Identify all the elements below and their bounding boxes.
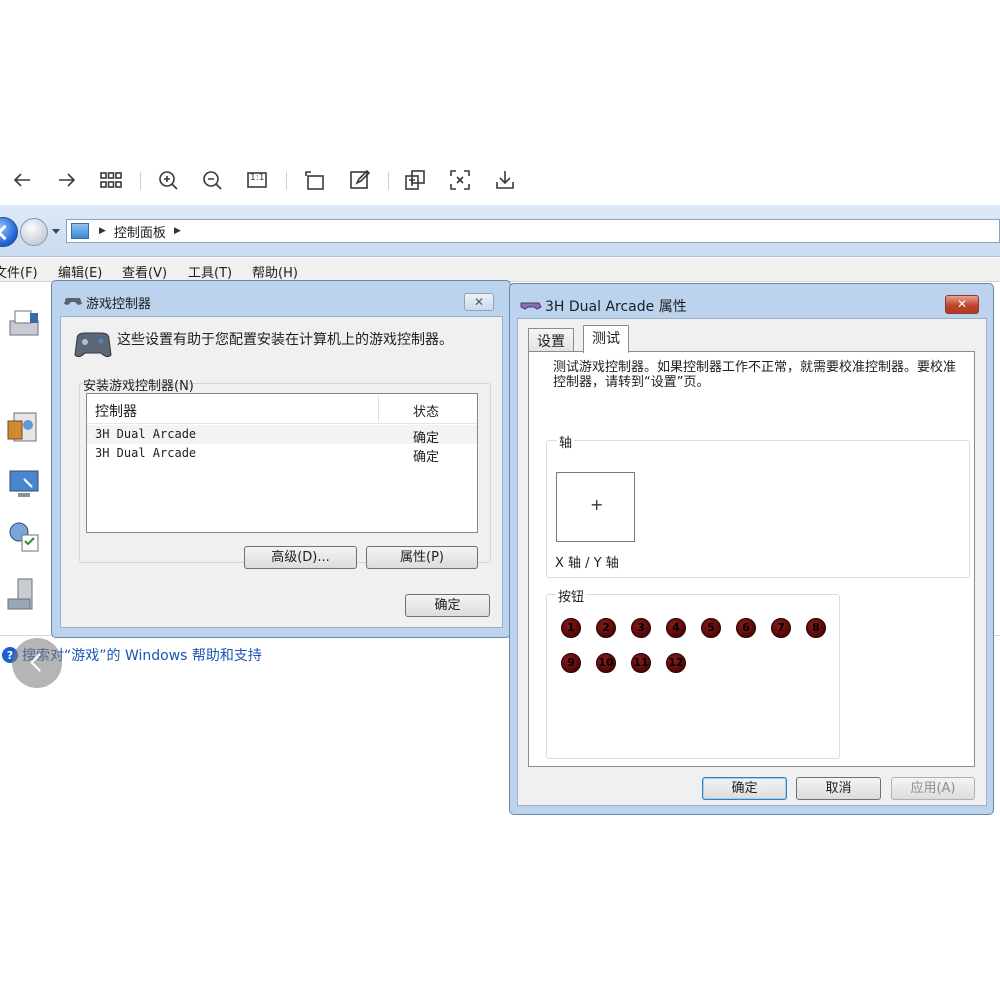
xy-axis-display: +	[556, 472, 635, 542]
column-divider[interactable]	[378, 396, 379, 422]
buttons-group	[546, 594, 840, 759]
gamepad-icon	[74, 332, 112, 358]
controller-properties-dialog: 3H Dual Arcade 属性 ✕ 设置 测试 测试游戏控制器。如果控制器工…	[509, 283, 994, 815]
actual-size-label: 1:1	[250, 173, 265, 183]
menu-view[interactable]: 查看(V)	[122, 262, 167, 281]
controllers-list[interactable]: 控制器 状态 3H Dual Arcade 确定 3H Dual Arcade …	[86, 393, 478, 533]
axis-group-label: 轴	[557, 432, 575, 451]
cancel-button[interactable]: 取消	[796, 777, 881, 800]
translate-icon[interactable]	[401, 166, 429, 194]
previous-image-button[interactable]	[12, 638, 62, 688]
crosshair-icon: +	[590, 495, 604, 514]
joystick-button-indicator: 3	[631, 618, 651, 638]
table-row[interactable]: 3H Dual Arcade 确定	[87, 444, 477, 465]
download-icon[interactable]	[491, 166, 519, 194]
actual-size-icon[interactable]: 1:1	[243, 166, 271, 194]
joystick-button-indicator: 7	[771, 618, 791, 638]
zoom-in-icon[interactable]	[154, 166, 182, 194]
forward-arrow-icon[interactable]	[53, 166, 81, 194]
joystick-button-indicator: 1	[561, 618, 581, 638]
joystick-button-indicator: 6	[736, 618, 756, 638]
menu-edit[interactable]: 编辑(E)	[58, 262, 102, 281]
joystick-button-indicator: 10	[596, 653, 616, 673]
computer-tower-icon[interactable]	[4, 575, 44, 615]
dialog-description: 这些设置有助于您配置安装在计算机上的游戏控制器。	[117, 332, 453, 348]
programs-icon[interactable]	[4, 407, 44, 447]
ocr-icon[interactable]	[446, 166, 474, 194]
ok-button[interactable]: 确定	[405, 594, 490, 617]
dialog-body: 这些设置有助于您配置安装在计算机上的游戏控制器。 安装游戏控制器(N) 控制器 …	[60, 316, 503, 628]
close-button[interactable]: ✕	[464, 293, 494, 311]
nav-history-dropdown-icon[interactable]	[52, 229, 60, 234]
close-button[interactable]: ✕	[945, 295, 979, 314]
buttons-group-label: 按钮	[556, 586, 587, 605]
joystick-button-indicator: 12	[666, 653, 686, 673]
toolbar-separator	[140, 172, 141, 190]
joystick-button-indicator: 9	[561, 653, 581, 673]
list-header: 控制器 状态	[87, 394, 477, 424]
joystick-button-indicator: 8	[806, 618, 826, 638]
nav-forward-button[interactable]	[20, 218, 48, 246]
dialog-title: 3H Dual Arcade 属性	[545, 299, 687, 315]
properties-button[interactable]: 属性(P)	[366, 546, 478, 569]
menu-tools[interactable]: 工具(T)	[188, 262, 232, 281]
menu-bar: 文件(F) 编辑(E) 查看(V) 工具(T) 帮助(H)	[0, 258, 1000, 282]
back-arrow-icon[interactable]	[8, 166, 36, 194]
controller-name: 3H Dual Arcade	[95, 427, 197, 441]
group-label: 安装游戏控制器(N)	[83, 379, 194, 394]
axis-caption: X 轴 / Y 轴	[555, 556, 619, 571]
joystick-button-indicator: 11	[631, 653, 651, 673]
address-bar: ▶ 控制面板 ▶	[0, 205, 1000, 257]
control-panel-icon	[71, 223, 89, 239]
joystick-button-indicator: 5	[701, 618, 721, 638]
table-row[interactable]: 3H Dual Arcade 确定	[87, 425, 477, 446]
advanced-button[interactable]: 高级(D)...	[244, 546, 357, 569]
system-settings-icon[interactable]	[4, 517, 44, 557]
game-controllers-dialog: 游戏控制器 ✕ 这些设置有助于您配置安装在计算机上的游戏控制器。 安装游戏控制器…	[51, 280, 511, 638]
gamepad-icon	[64, 298, 82, 305]
dialog-body: 设置 测试 测试游戏控制器。如果控制器工作不正常，就需要校准控制器。要校准控制器…	[517, 318, 987, 806]
column-header-controller[interactable]: 控制器	[95, 401, 137, 421]
dialog-title: 游戏控制器	[86, 297, 152, 312]
controller-name: 3H Dual Arcade	[95, 446, 197, 460]
rotate-icon[interactable]	[301, 166, 329, 194]
toolbar-separator	[388, 172, 389, 190]
tab-settings[interactable]: 设置	[528, 328, 574, 352]
breadcrumb-arrow-icon[interactable]: ▶	[174, 226, 181, 236]
test-tab-panel: 测试游戏控制器。如果控制器工作不正常，就需要校准控制器。要校准控制器，请转到“设…	[528, 351, 975, 767]
joystick-icon	[520, 302, 542, 310]
column-header-status[interactable]: 状态	[413, 401, 439, 420]
breadcrumb-control-panel[interactable]: 控制面板	[114, 222, 166, 241]
grid-icon[interactable]	[97, 166, 125, 194]
address-field[interactable]: ▶ 控制面板 ▶	[66, 219, 1000, 243]
controller-status: 确定	[413, 450, 440, 465]
test-description: 测试游戏控制器。如果控制器工作不正常，就需要校准控制器。要校准控制器，请转到“设…	[553, 360, 957, 390]
ok-button[interactable]: 确定	[702, 777, 787, 800]
display-icon[interactable]	[4, 465, 44, 505]
nav-back-button[interactable]	[0, 217, 18, 247]
printer-icon[interactable]	[4, 305, 44, 345]
menu-file[interactable]: 文件(F)	[0, 262, 38, 281]
joystick-button-indicator: 2	[596, 618, 616, 638]
menu-help[interactable]: 帮助(H)	[252, 262, 298, 281]
zoom-out-icon[interactable]	[198, 166, 226, 194]
toolbar-separator	[286, 172, 287, 190]
apply-button[interactable]: 应用(A)	[891, 777, 975, 800]
joystick-button-indicator: 4	[666, 618, 686, 638]
breadcrumb-arrow-icon[interactable]: ▶	[99, 226, 106, 236]
tab-test[interactable]: 测试	[583, 325, 629, 353]
viewer-toolbar: 1:1	[0, 160, 560, 200]
edit-icon[interactable]	[346, 166, 374, 194]
